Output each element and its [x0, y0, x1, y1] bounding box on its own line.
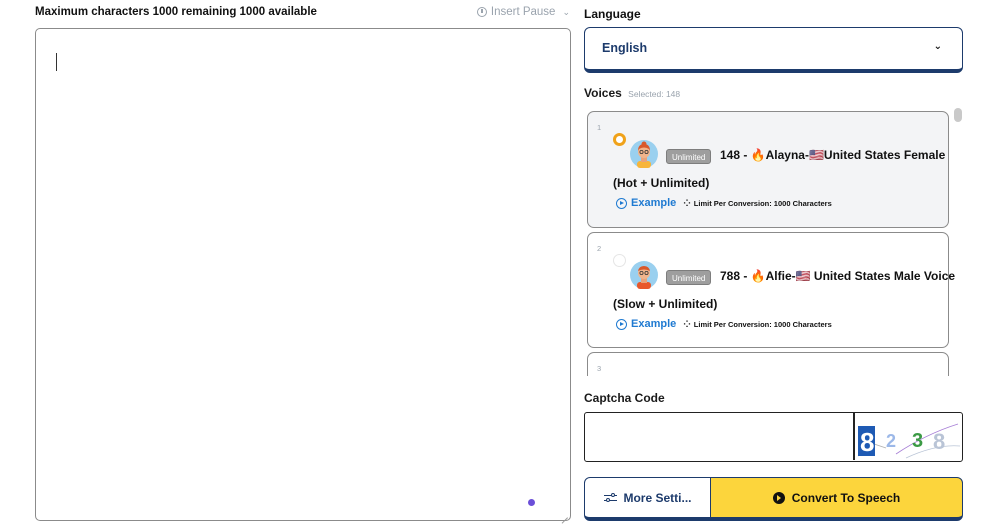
sparkle-icon: ⁘ [683, 197, 691, 208]
svg-text:8: 8 [933, 429, 945, 454]
voice-index: 3 [597, 364, 602, 373]
voice-list-scrollbar[interactable] [954, 108, 962, 122]
resize-handle[interactable] [560, 510, 568, 518]
unlimited-badge: Unlimited [666, 149, 712, 164]
voice-card[interactable]: 2 Unlimited 788 - 🔥Alfie-🇺🇸 United State… [587, 232, 955, 348]
captcha-input[interactable] [585, 413, 853, 460]
voices-heading: Voices Selected: 148 [584, 86, 680, 100]
voice-radio-unselected[interactable] [613, 254, 626, 267]
action-bar: More Setti... Convert To Speech [584, 477, 963, 521]
char-count-info: Maximum characters 1000 remaining 1000 a… [35, 6, 317, 18]
language-selected-value: English [602, 41, 648, 55]
female-avatar-icon [630, 140, 658, 168]
voice-subtitle: (Hot + Unlimited) [613, 176, 710, 190]
svg-text:3: 3 [912, 430, 923, 452]
voice-example-link[interactable]: Example ⁘ Limit Per Conversion: 1000 Cha… [616, 197, 832, 209]
assistant-dot-icon[interactable] [528, 499, 535, 506]
captcha-label: Captcha Code [584, 391, 665, 405]
insert-pause-button[interactable]: Insert Pause ⌄ [476, 6, 570, 18]
chevron-down-icon: ⌄ [562, 6, 570, 17]
insert-pause-label: Insert Pause [490, 6, 556, 18]
language-label: Language [584, 7, 641, 21]
svg-text:2: 2 [886, 431, 896, 451]
play-icon [772, 491, 785, 504]
limit-text: Limit Per Conversion: 1000 Characters [693, 198, 832, 208]
play-circle-icon [616, 318, 627, 330]
voice-limit-info: ⁘ Limit Per Conversion: 1000 Characters [683, 319, 832, 330]
example-label: Example [631, 197, 677, 209]
text-input-area[interactable] [35, 28, 571, 521]
clock-icon [476, 7, 487, 17]
sliders-icon [604, 492, 618, 503]
limit-text: Limit Per Conversion: 1000 Characters [693, 319, 832, 329]
unlimited-badge: Unlimited [666, 270, 712, 285]
svg-text:8: 8 [860, 427, 874, 457]
captcha-image: 8 2 3 8 [856, 414, 961, 459]
more-settings-label: More Setti... [623, 490, 692, 505]
captcha-divider [853, 413, 855, 460]
voice-list[interactable]: 1 Unlimited 148 - 🔥Alayna-🇺🇸United State… [584, 106, 964, 376]
voice-card[interactable]: 1 Unlimited 148 - 🔥Alayna-🇺🇸United State… [587, 111, 949, 228]
convert-label: Convert To Speech [791, 490, 901, 505]
voice-subtitle: (Slow + Unlimited) [613, 297, 718, 311]
voice-limit-info: ⁘ Limit Per Conversion: 1000 Characters [683, 198, 832, 209]
text-caret [56, 53, 58, 71]
voice-card[interactable]: 3 [587, 352, 949, 376]
male-avatar-icon [630, 261, 658, 289]
language-select[interactable]: English ⌄ [584, 27, 963, 73]
example-label: Example [631, 318, 677, 330]
more-settings-button[interactable]: More Setti... [584, 477, 712, 521]
sparkle-icon: ⁘ [683, 318, 691, 329]
captcha-box: 8 2 3 8 [584, 412, 963, 462]
voice-index: 1 [597, 123, 602, 132]
voice-example-link[interactable]: Example ⁘ Limit Per Conversion: 1000 Cha… [616, 318, 832, 330]
voice-title: 148 - 🔥Alayna-🇺🇸United States Female [720, 148, 946, 162]
voices-selected-count: Selected: 148 [628, 89, 681, 99]
voice-radio-selected[interactable] [613, 133, 626, 146]
chevron-down-icon: ⌄ [933, 41, 942, 52]
convert-to-speech-button[interactable]: Convert To Speech [710, 477, 963, 521]
editor-header: Maximum characters 1000 remaining 1000 a… [35, 6, 570, 20]
play-circle-icon [616, 197, 627, 209]
voices-label: Voices [584, 86, 622, 100]
voice-title: 788 - 🔥Alfie-🇺🇸 United States Male Voice [720, 269, 956, 283]
voice-index: 2 [597, 244, 602, 253]
